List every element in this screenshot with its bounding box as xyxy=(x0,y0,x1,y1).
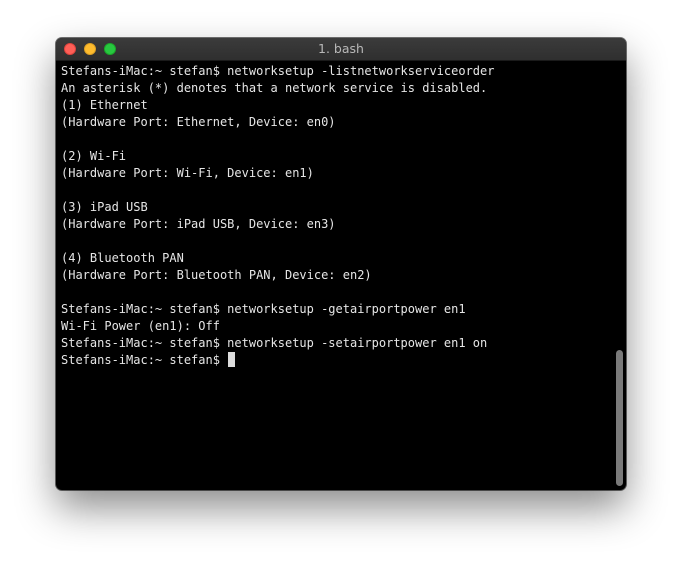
terminal-line: (2) Wi-Fi xyxy=(61,149,127,163)
terminal-output[interactable]: Stefans-iMac:~ stefan$ networksetup -lis… xyxy=(61,63,609,369)
terminal-line: (1) Ethernet xyxy=(61,98,148,112)
terminal-line: Stefans-iMac:~ stefan$ networksetup -set… xyxy=(61,336,488,350)
terminal-line: Wi-Fi Power (en1): Off xyxy=(61,319,220,333)
terminal-window: 1. bash Stefans-iMac:~ stefan$ networkse… xyxy=(56,38,626,490)
terminal-line: (Hardware Port: Ethernet, Device: en0) xyxy=(61,115,336,129)
text-cursor xyxy=(228,352,236,367)
title-bar[interactable]: 1. bash xyxy=(56,38,626,61)
terminal-line: Stefans-iMac:~ stefan$ networksetup -get… xyxy=(61,302,466,316)
terminal-line: (Hardware Port: iPad USB, Device: en3) xyxy=(61,217,336,231)
terminal-prompt-line[interactable]: Stefans-iMac:~ stefan$ xyxy=(61,352,609,369)
terminal-line: (Hardware Port: Bluetooth PAN, Device: e… xyxy=(61,268,372,282)
terminal-line: An asterisk (*) denotes that a network s… xyxy=(61,81,488,95)
terminal-prompt: Stefans-iMac:~ stefan$ xyxy=(61,353,228,367)
window-title: 1. bash xyxy=(318,41,364,56)
terminal-line: (4) Bluetooth PAN xyxy=(61,251,184,265)
terminal-line: Stefans-iMac:~ stefan$ networksetup -lis… xyxy=(61,64,495,78)
terminal-line: (Hardware Port: Wi-Fi, Device: en1) xyxy=(61,166,314,180)
terminal-line: (3) iPad USB xyxy=(61,200,148,214)
scrollbar-thumb[interactable] xyxy=(616,350,623,486)
